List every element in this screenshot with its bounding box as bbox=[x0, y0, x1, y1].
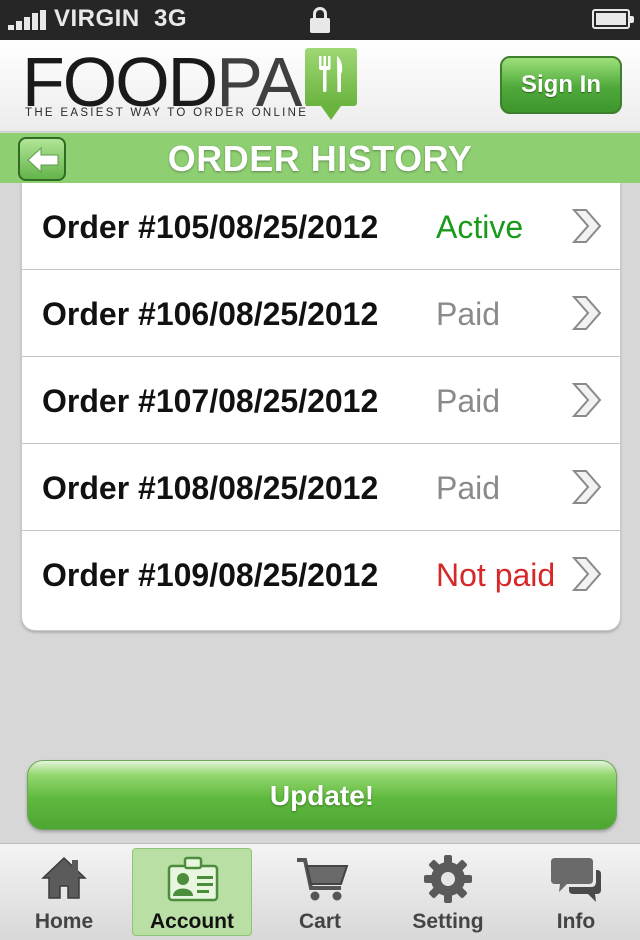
page-title: ORDER HISTORY bbox=[167, 138, 473, 179]
sign-in-button[interactable]: Sign In bbox=[500, 56, 622, 114]
order-label: Order #106/08/25/2012 bbox=[42, 296, 379, 332]
chevron-right-icon bbox=[571, 557, 602, 591]
account-card-icon bbox=[167, 856, 219, 902]
title-bar: ORDER HISTORY bbox=[0, 133, 640, 183]
tab-cart[interactable]: Cart bbox=[256, 844, 384, 940]
chevron-right-icon bbox=[571, 296, 602, 330]
order-label: Order #105/08/25/2012 bbox=[42, 209, 379, 245]
order-row[interactable]: Order #106/08/25/2012 Paid bbox=[22, 270, 620, 357]
signal-icon bbox=[8, 10, 48, 30]
chevron-right-icon bbox=[571, 383, 602, 417]
tab-bar: Home Account Cart Setting Info bbox=[0, 843, 640, 940]
carrier-name: VIRGIN bbox=[54, 5, 140, 32]
tab-label: Info bbox=[556, 910, 596, 933]
app-header: FOODPAL THE EASIEST WAY TO ORDER ONLINE … bbox=[0, 40, 640, 132]
tab-setting[interactable]: Setting bbox=[384, 844, 512, 940]
tab-home[interactable]: Home bbox=[0, 844, 128, 940]
order-status: Active bbox=[436, 209, 524, 245]
order-status: Paid bbox=[436, 470, 501, 506]
chevron-right-icon bbox=[571, 209, 602, 243]
order-row[interactable]: Order #109/08/25/2012 Not paid bbox=[22, 531, 620, 618]
fork-knife-icon bbox=[305, 48, 357, 120]
network-type: 3G bbox=[154, 5, 188, 32]
cart-icon bbox=[297, 858, 349, 901]
order-label: Order #107/08/25/2012 bbox=[42, 383, 379, 419]
tab-label: Account bbox=[150, 910, 234, 933]
battery-icon bbox=[592, 9, 634, 29]
tab-label: Setting bbox=[412, 910, 484, 933]
carrier-label: VIRGIN 3G bbox=[54, 5, 187, 33]
tab-account[interactable]: Account bbox=[128, 844, 256, 940]
tab-label: Home bbox=[34, 910, 94, 933]
status-bar: VIRGIN 3G bbox=[0, 0, 640, 40]
order-status: Not paid bbox=[436, 557, 556, 593]
order-status: Paid bbox=[436, 383, 501, 419]
gear-icon bbox=[424, 855, 472, 903]
order-row[interactable]: Order #105/08/25/2012 Active bbox=[22, 183, 620, 270]
tab-label: Cart bbox=[298, 910, 341, 933]
order-row[interactable]: Order #107/08/25/2012 Paid bbox=[22, 357, 620, 444]
logo-tagline: THE EASIEST WAY TO ORDER ONLINE bbox=[25, 107, 309, 119]
lock-icon bbox=[310, 7, 330, 33]
order-list: Order #105/08/25/2012 Active Order #106/… bbox=[21, 183, 621, 631]
order-row[interactable]: Order #108/08/25/2012 Paid bbox=[22, 444, 620, 531]
home-icon bbox=[41, 856, 87, 899]
order-label: Order #108/08/25/2012 bbox=[42, 470, 379, 506]
order-label: Order #109/08/25/2012 bbox=[42, 557, 379, 593]
chevron-right-icon bbox=[571, 470, 602, 504]
tab-info[interactable]: Info bbox=[512, 844, 640, 940]
update-button[interactable]: Update! bbox=[27, 760, 617, 830]
chat-bubbles-icon bbox=[551, 858, 601, 902]
order-status: Paid bbox=[436, 296, 501, 332]
